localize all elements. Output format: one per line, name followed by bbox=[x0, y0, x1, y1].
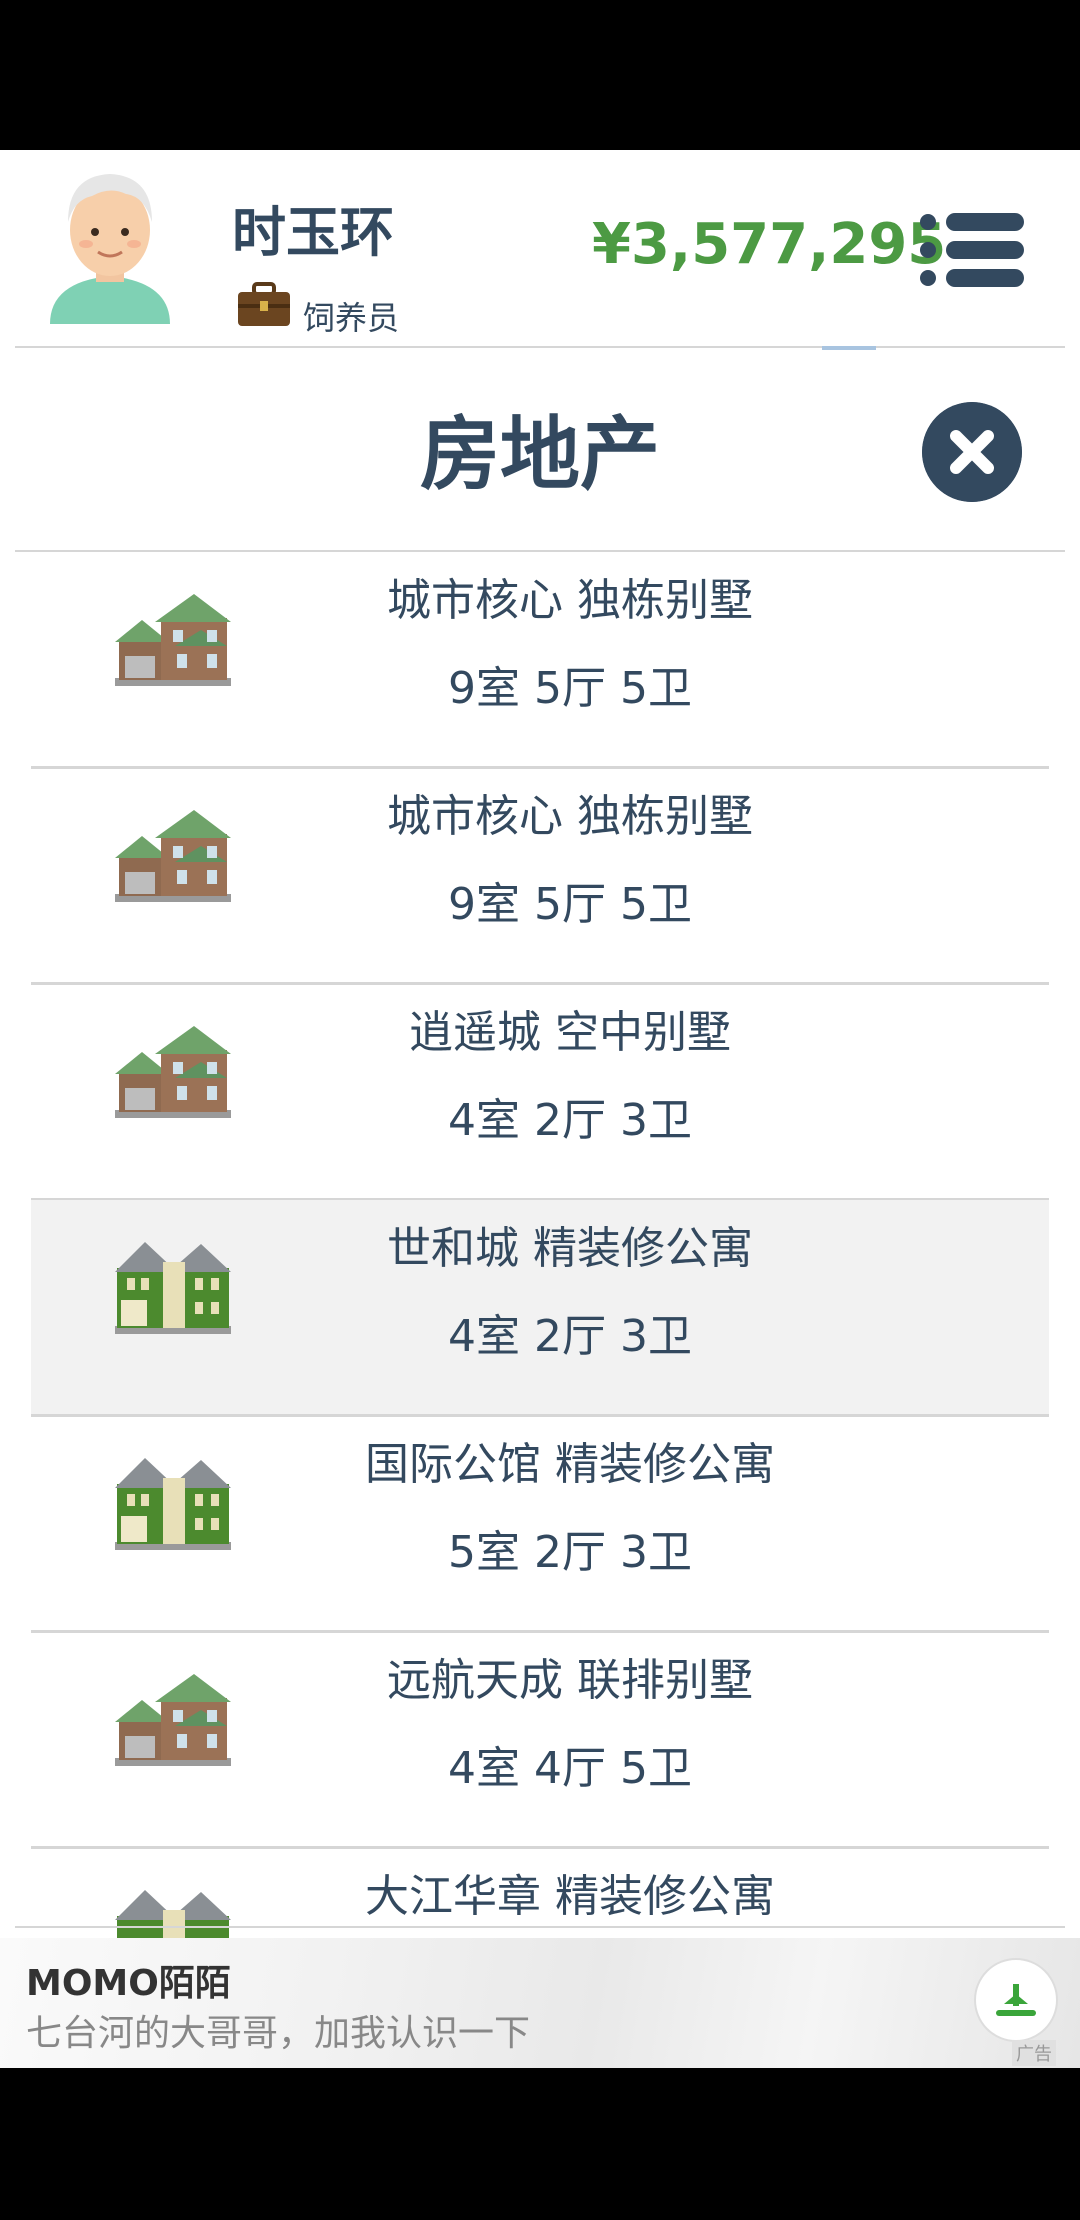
property-row-selected[interactable]: 世和城 精装修公寓 4室 2厅 3卫 bbox=[31, 1200, 1049, 1417]
property-name: 城市核心 独栋别墅 bbox=[387, 791, 753, 842]
property-list: 城市核心 独栋别墅 9室 5厅 5卫 城市核心 独栋别墅 9室 5厅 5卫 逍遥… bbox=[0, 552, 1080, 2046]
avatar bbox=[50, 174, 170, 324]
property-row[interactable]: 远航天成 联排别墅 4室 4厅 5卫 bbox=[31, 1632, 1049, 1849]
property-layout: 4室 2厅 3卫 bbox=[448, 1095, 692, 1146]
property-row[interactable]: 国际公馆 精装修公寓 5室 2厅 3卫 bbox=[31, 1416, 1049, 1633]
property-name: 大江华章 精装修公寓 bbox=[365, 1871, 775, 1922]
property-name: 世和城 精装修公寓 bbox=[387, 1223, 753, 1274]
panel-title: 房地产 bbox=[420, 408, 660, 501]
property-row[interactable]: 城市核心 独栋别墅 9室 5厅 5卫 bbox=[31, 768, 1049, 985]
property-name: 远航天成 联排别墅 bbox=[387, 1655, 753, 1706]
property-layout: 9室 5厅 5卫 bbox=[448, 663, 692, 714]
player-name: 时玉环 bbox=[232, 201, 394, 264]
property-layout: 4室 4厅 5卫 bbox=[448, 1743, 692, 1794]
job-title: 饲养员 bbox=[303, 299, 400, 337]
ad-title: MOMO陌陌 bbox=[26, 1963, 231, 2004]
property-name: 逍遥城 空中别墅 bbox=[409, 1007, 731, 1058]
download-icon[interactable] bbox=[974, 1958, 1058, 2042]
close-icon[interactable] bbox=[922, 402, 1022, 502]
property-layout: 4室 2厅 3卫 bbox=[448, 1311, 692, 1362]
ad-tag: 广告 bbox=[1012, 2040, 1056, 2066]
property-layout: 9室 5厅 5卫 bbox=[448, 879, 692, 930]
player-header: 时玉环 饲养员 ¥3,577,295 bbox=[0, 150, 1080, 346]
ad-text: 七台河的大哥哥，加我认识一下 bbox=[26, 2013, 531, 2054]
briefcase-icon bbox=[238, 282, 290, 326]
header-divider bbox=[15, 346, 1065, 348]
money-balance: ¥3,577,295 bbox=[592, 212, 947, 277]
property-row[interactable]: 逍遥城 空中别墅 4室 2厅 3卫 bbox=[31, 984, 1049, 1201]
app-screen: 时玉环 饲养员 ¥3,577,295 房地产 城市核心 独栋别墅 9室 5厅 5… bbox=[0, 150, 1080, 2068]
menu-icon[interactable] bbox=[918, 210, 1026, 290]
header-accent bbox=[822, 346, 876, 350]
property-name: 城市核心 独栋别墅 bbox=[387, 575, 753, 626]
property-row[interactable]: 城市核心 独栋别墅 9室 5厅 5卫 bbox=[31, 552, 1049, 769]
ad-banner[interactable]: MOMO陌陌 七台河的大哥哥，加我认识一下 广告 bbox=[0, 1938, 1080, 2068]
property-name: 国际公馆 精装修公寓 bbox=[365, 1439, 775, 1490]
list-bottom-divider bbox=[15, 1926, 1065, 1928]
property-layout: 5室 2厅 3卫 bbox=[448, 1527, 692, 1578]
